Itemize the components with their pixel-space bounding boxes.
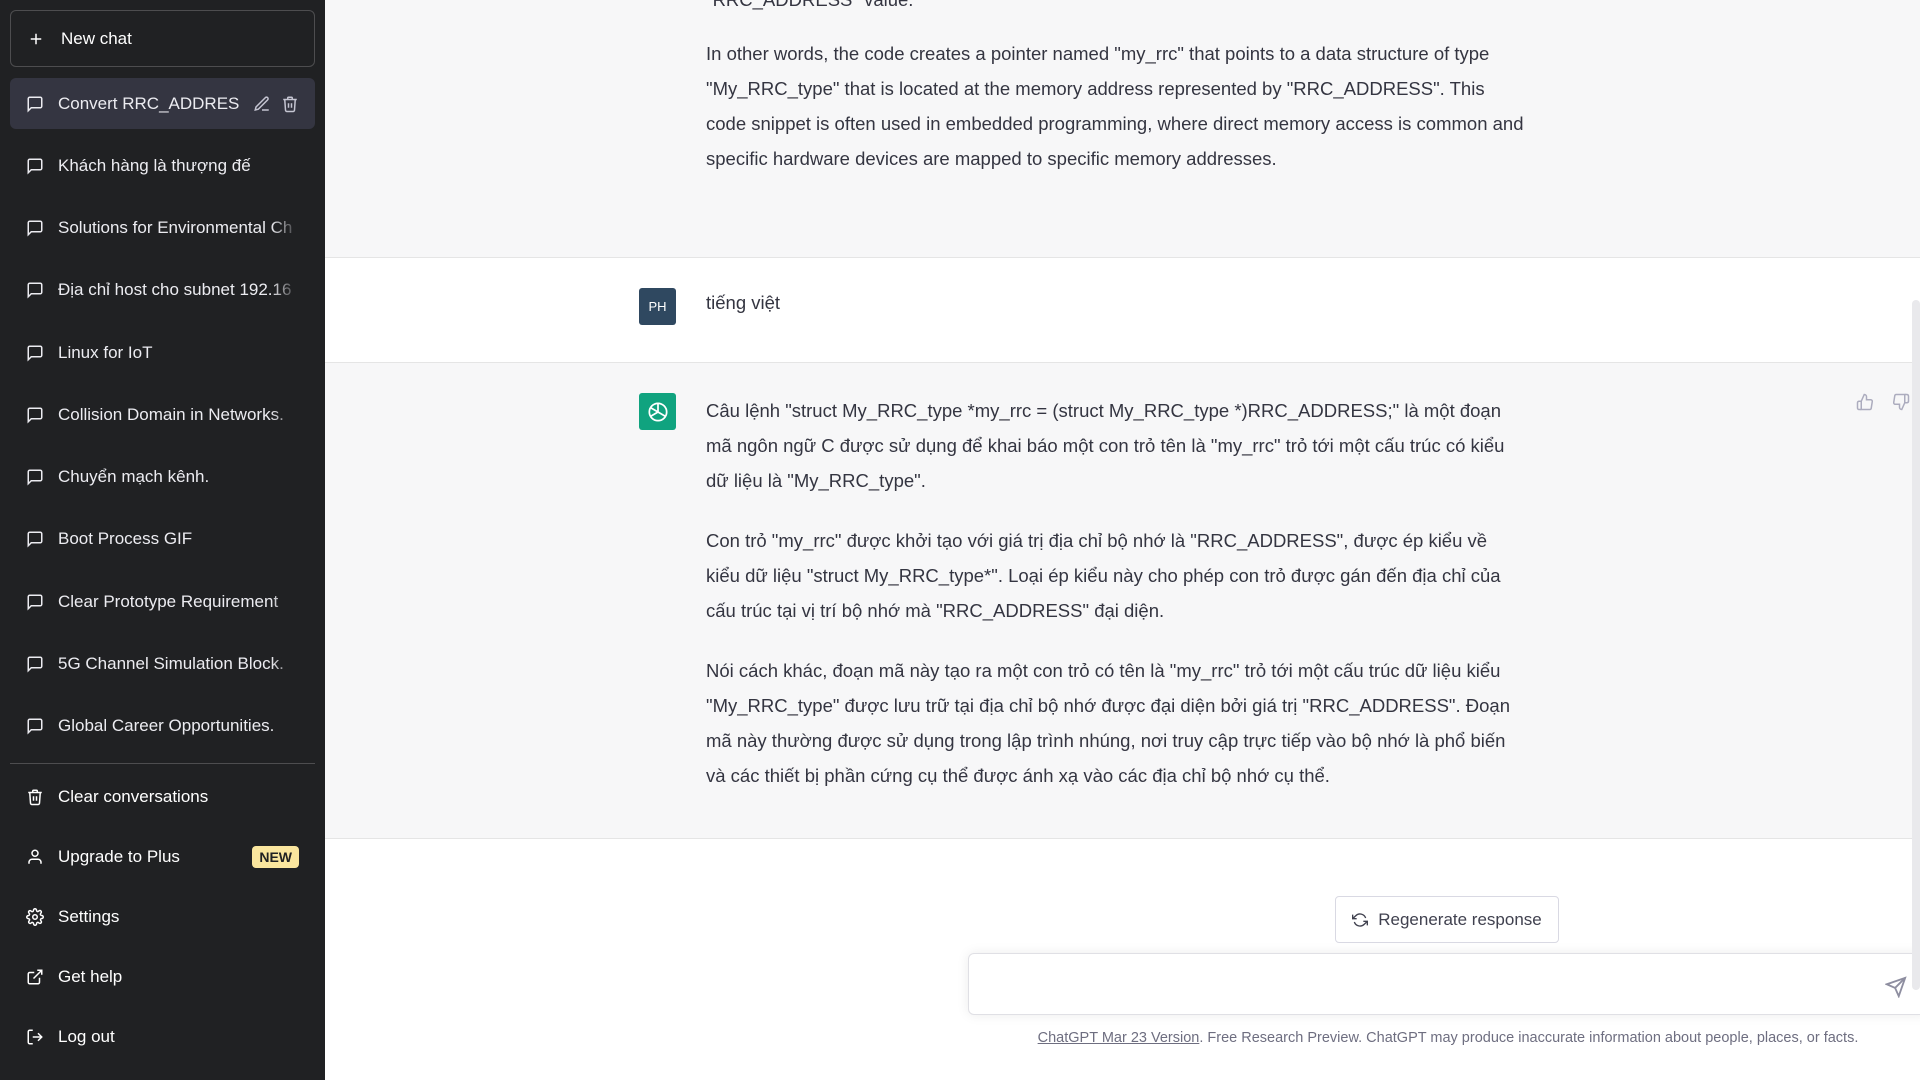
chat-history-item[interactable]: Chuyển mạch kênh. xyxy=(10,452,315,503)
chat-bubble-icon xyxy=(26,655,44,673)
assistant-message-text: Câu lệnh "struct My_RRC_type *my_rrc = (… xyxy=(706,393,1526,793)
footer-disclaimer: ChatGPT Mar 23 Version. Free Research Pr… xyxy=(968,1030,1920,1046)
sidebar: New chat Convert RRC_ADDRES Khách hàng l… xyxy=(0,0,325,1080)
chat-history-label: Global Career Opportunities. xyxy=(58,716,299,737)
gear-icon xyxy=(26,908,44,926)
chat-bubble-icon xyxy=(26,717,44,735)
new-badge: NEW xyxy=(252,846,299,868)
chat-history-item[interactable]: Convert RRC_ADDRES xyxy=(10,78,315,130)
new-chat-button[interactable]: New chat xyxy=(10,10,315,67)
chat-bubble-icon xyxy=(26,406,44,424)
settings-button[interactable]: Settings xyxy=(10,890,315,944)
chat-item-actions xyxy=(253,95,299,113)
new-chat-label: New chat xyxy=(61,28,132,48)
thumbs-up-icon[interactable] xyxy=(1856,393,1874,411)
chat-bubble-icon xyxy=(26,95,44,113)
chat-bubble-icon xyxy=(26,344,44,362)
chat-history-list: Convert RRC_ADDRES Khách hàng là thượng … xyxy=(10,78,315,763)
chat-history-label: Convert RRC_ADDRES xyxy=(58,93,239,113)
regenerate-label: Regenerate response xyxy=(1378,909,1542,929)
chat-history-label: Clear Prototype Requirement xyxy=(58,591,299,612)
logout-icon xyxy=(26,1028,44,1046)
chat-history-label: Khách hàng là thượng đế xyxy=(58,155,299,176)
chat-bubble-icon xyxy=(26,219,44,237)
user-message: PH tiếng việt xyxy=(325,258,1920,363)
chat-history-item[interactable]: 5G Channel Simulation Block. xyxy=(10,638,315,689)
edit-pencil-icon[interactable] xyxy=(253,95,271,113)
log-out-label: Log out xyxy=(58,1027,115,1046)
chat-history-label: Chuyển mạch kênh. xyxy=(58,467,299,488)
sidebar-bottom-menu: Clear conversations Upgrade to Plus NEW … xyxy=(10,763,315,1070)
thumbs-down-icon[interactable] xyxy=(1892,393,1910,411)
chat-history-item[interactable]: Collision Domain in Networks. xyxy=(10,389,315,440)
app-root: New chat Convert RRC_ADDRES Khách hàng l… xyxy=(0,0,1920,1080)
clear-conversations-button[interactable]: Clear conversations xyxy=(10,770,315,824)
message-paragraph: Câu lệnh "struct My_RRC_type *my_rrc = (… xyxy=(706,400,1505,491)
send-icon[interactable] xyxy=(1884,976,1907,999)
log-out-button[interactable]: Log out xyxy=(10,1010,315,1064)
chat-bubble-icon xyxy=(26,530,44,549)
plus-icon xyxy=(27,30,45,48)
assistant-message: Câu lệnh "struct My_RRC_type *my_rrc = (… xyxy=(325,363,1920,839)
user-message-text: tiếng việt xyxy=(706,292,781,313)
refresh-icon xyxy=(1352,912,1369,928)
feedback-buttons xyxy=(1856,393,1910,411)
upgrade-to-plus-button[interactable]: Upgrade to Plus NEW xyxy=(10,830,315,884)
assistant-message: "RRC_ADDRESS" value. In other words, the… xyxy=(325,0,1920,258)
chat-history-item[interactable]: Solutions for Environmental Ch xyxy=(10,203,315,254)
disclaimer-text: . Free Research Preview. ChatGPT may pro… xyxy=(1199,1030,1859,1046)
message-paragraph: Con trỏ "my_rrc" được khởi tạo với giá t… xyxy=(706,530,1501,621)
conversation-pane: "RRC_ADDRESS" value. In other words, the… xyxy=(325,0,1920,1080)
chat-history-item[interactable]: Clear Prototype Requirement xyxy=(10,576,315,627)
user-avatar: PH xyxy=(639,288,676,325)
regenerate-response-button[interactable]: Regenerate response xyxy=(1335,896,1559,943)
chat-history-item[interactable]: Global Career Opportunities. xyxy=(10,701,315,752)
version-link[interactable]: ChatGPT Mar 23 Version xyxy=(1038,1030,1200,1046)
chat-history-label: Linux for IoT xyxy=(58,342,299,363)
chat-bubble-icon xyxy=(26,468,44,486)
message-paragraph: In other words, the code creates a point… xyxy=(706,43,1524,169)
chat-bubble-icon xyxy=(26,157,44,175)
external-link-icon xyxy=(26,968,44,986)
message-paragraph: Nói cách khác, đoạn mã này tạo ra một co… xyxy=(706,660,1511,786)
chat-history-item[interactable]: Địa chỉ host cho subnet 192.16 xyxy=(10,265,315,316)
chat-history-label: 5G Channel Simulation Block. xyxy=(58,654,299,675)
chatgpt-logo-icon xyxy=(639,393,676,430)
scrollbar[interactable] xyxy=(1912,300,1920,990)
get-help-label: Get help xyxy=(58,967,123,986)
assistant-message-text: "RRC_ADDRESS" value. In other words, the… xyxy=(706,0,1526,176)
chat-history-label: Boot Process GIF xyxy=(58,529,299,550)
chat-history-item[interactable]: Boot Process GIF xyxy=(10,514,315,565)
message-input[interactable] xyxy=(989,968,1849,1002)
chat-history-label: Solutions for Environmental Ch xyxy=(58,218,299,239)
message-paragraph: "RRC_ADDRESS" value. xyxy=(706,0,1526,17)
get-help-button[interactable]: Get help xyxy=(10,950,315,1004)
clear-conversations-label: Clear conversations xyxy=(58,787,209,806)
trash-icon xyxy=(26,788,44,806)
settings-label: Settings xyxy=(58,907,120,926)
chat-bubble-icon xyxy=(26,281,44,299)
user-icon xyxy=(26,848,44,866)
upgrade-label: Upgrade to Plus xyxy=(58,847,180,866)
message-composer xyxy=(968,953,1920,1015)
chat-history-item[interactable]: Khách hàng là thượng đế xyxy=(10,140,315,191)
trash-icon[interactable] xyxy=(281,95,299,113)
chat-history-label: Collision Domain in Networks. xyxy=(58,404,299,425)
chat-history-item[interactable]: Linux for IoT xyxy=(10,327,315,378)
chat-history-label: Địa chỉ host cho subnet 192.16 xyxy=(58,280,299,301)
chat-bubble-icon xyxy=(26,593,44,611)
